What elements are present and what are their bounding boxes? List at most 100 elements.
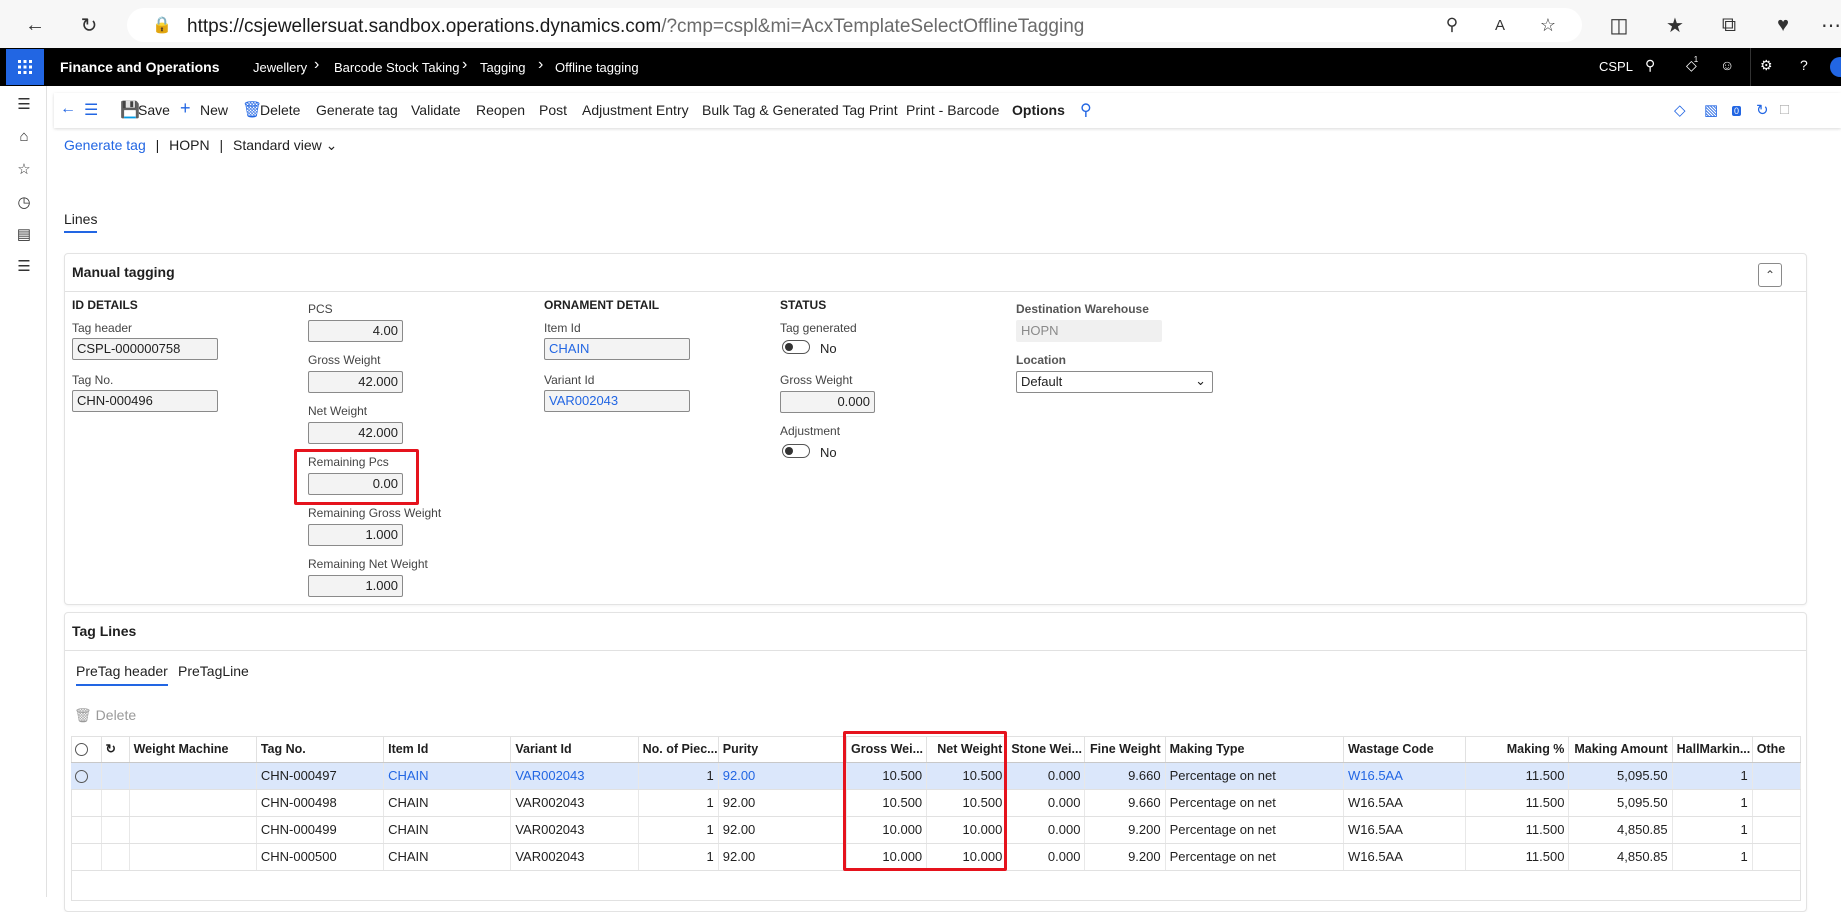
cell-fine-weight[interactable]: 9.660 [1084, 762, 1166, 790]
tab-pretagline[interactable]: PreTagLine [178, 663, 249, 684]
cell-stone-weight[interactable]: 0.000 [1006, 789, 1086, 817]
cell-item-id[interactable]: CHAIN [383, 789, 512, 817]
col-fine-weight[interactable]: Fine Weight [1084, 736, 1166, 763]
item-id-field[interactable]: CHAIN [544, 338, 690, 360]
app-launcher-icon[interactable] [6, 49, 44, 85]
cell-making-amount[interactable]: 5,095.50 [1568, 762, 1673, 790]
cell-gross-weight[interactable]: 10.500 [846, 762, 928, 790]
attachments-icon[interactable]: 0 [1732, 101, 1742, 118]
cell-weight-machine[interactable] [129, 816, 257, 844]
avatar[interactable] [1830, 57, 1841, 77]
tag-generated-toggle[interactable] [782, 340, 810, 354]
table-row[interactable]: CHN-000500 CHAIN VAR002043 1 92.00 10.00… [71, 843, 1802, 871]
cell-purity[interactable]: 92.00 [718, 789, 848, 817]
cell-making-type[interactable]: Percentage on net [1165, 762, 1344, 790]
hamburger-menu-icon[interactable]: ☰ [14, 94, 34, 114]
cell-making-pct[interactable]: 11.500 [1465, 762, 1570, 790]
col-net-weight[interactable]: Net Weight [926, 736, 1008, 763]
tab-pretag-header[interactable]: PreTag header [76, 663, 168, 686]
tab-lines[interactable]: Lines [64, 211, 98, 233]
split-screen-icon[interactable]: ◫ [1606, 12, 1632, 38]
breadcrumb-item[interactable]: Jewellery [253, 60, 307, 75]
generate-tag-link[interactable]: Generate tag [64, 137, 146, 153]
cell-tag-no[interactable]: CHN-000500 [256, 843, 385, 871]
office-app-icon[interactable]: ▧ [1704, 101, 1718, 119]
col-hallmarking[interactable]: HallMarkin... [1672, 736, 1753, 763]
row-select-radio[interactable] [71, 762, 102, 790]
gross-weight-field[interactable]: 42.000 [308, 371, 403, 393]
app-title[interactable]: Finance and Operations [60, 59, 219, 75]
read-aloud-icon[interactable]: A [1487, 12, 1513, 38]
cell-hallmarking[interactable]: 1 [1672, 843, 1753, 871]
cell-wastage-code[interactable]: W16.5AA [1343, 843, 1467, 871]
recent-clock-icon[interactable]: ◷ [14, 192, 34, 212]
modules-list-icon[interactable]: ☰ [14, 256, 34, 276]
col-gross-weight[interactable]: Gross Wei... [846, 736, 928, 763]
cell-making-pct[interactable]: 11.500 [1465, 843, 1570, 871]
cell-wastage-code[interactable]: W16.5AA [1343, 816, 1467, 844]
section-title[interactable]: Tag Lines [72, 623, 136, 639]
cell-variant-id[interactable]: VAR002043 [510, 762, 639, 790]
tag-no-field[interactable]: CHN-000496 [72, 390, 218, 412]
cell-purity[interactable]: 92.00 [718, 816, 848, 844]
net-weight-field[interactable]: 42.000 [308, 422, 403, 444]
col-wastage-code[interactable]: Wastage Code [1343, 736, 1467, 763]
cell-item-id[interactable]: CHAIN [383, 816, 512, 844]
cell-fine-weight[interactable]: 9.200 [1084, 816, 1166, 844]
table-row[interactable]: CHN-000499 CHAIN VAR002043 1 92.00 10.00… [71, 816, 1802, 844]
cell-other[interactable] [1752, 843, 1802, 871]
cell-other[interactable] [1752, 762, 1802, 790]
cell-fine-weight[interactable]: 9.200 [1084, 843, 1166, 871]
back-icon[interactable]: ← [22, 12, 48, 38]
grid-delete-button[interactable]: 🗑 Delete [74, 707, 136, 724]
col-making-amount[interactable]: Making Amount [1568, 736, 1673, 763]
cell-pieces[interactable]: 1 [638, 762, 719, 790]
cell-hallmarking[interactable]: 1 [1672, 762, 1753, 790]
table-row[interactable]: CHN-000498 CHAIN VAR002043 1 92.00 10.50… [71, 789, 1802, 817]
col-other[interactable]: Othe [1752, 736, 1802, 763]
cell-gross-weight[interactable]: 10.000 [846, 843, 928, 871]
table-row[interactable]: CHN-000497 CHAIN VAR002043 1 92.00 10.50… [71, 762, 1802, 790]
reopen-button[interactable]: Reopen [476, 102, 525, 118]
cell-making-amount[interactable]: 4,850.85 [1568, 843, 1673, 871]
cell-gross-weight[interactable]: 10.000 [846, 816, 928, 844]
cell-hallmarking[interactable]: 1 [1672, 789, 1753, 817]
remaining-net-weight-field[interactable]: 1.000 [308, 575, 403, 597]
list-menu-icon[interactable]: ☰ [84, 100, 98, 120]
print-barcode-button[interactable]: Print - Barcode [906, 102, 999, 118]
bulk-tag-print-button[interactable]: Bulk Tag & Generated Tag Print [702, 102, 898, 118]
cell-hallmarking[interactable]: 1 [1672, 816, 1753, 844]
col-making-type[interactable]: Making Type [1165, 736, 1344, 763]
cell-gross-weight[interactable]: 10.500 [846, 789, 928, 817]
col-item-id[interactable]: Item Id [383, 736, 512, 763]
col-making-pct[interactable]: Making % [1465, 736, 1570, 763]
delete-button[interactable]: Delete [260, 102, 300, 118]
favorites-icon[interactable]: ★ [1662, 12, 1688, 38]
post-button[interactable]: Post [539, 102, 567, 118]
save-button[interactable]: Save [138, 102, 170, 118]
validate-button[interactable]: Validate [411, 102, 461, 118]
options-tab[interactable]: Options [1012, 102, 1065, 118]
company-picker[interactable]: CSPL [1599, 59, 1633, 74]
adjustment-toggle[interactable] [782, 444, 810, 458]
cell-stone-weight[interactable]: 0.000 [1006, 816, 1086, 844]
office-diamond-icon[interactable]: ◇ [1674, 101, 1686, 119]
cell-making-type[interactable]: Percentage on net [1165, 816, 1344, 844]
col-tag-no[interactable]: Tag No. [256, 736, 385, 763]
chevron-down-icon[interactable]: ⌄ [326, 137, 338, 153]
col-variant-id[interactable]: Variant Id [510, 736, 639, 763]
more-icon[interactable]: ⋯ [1818, 12, 1841, 38]
cell-variant-id[interactable]: VAR002043 [510, 843, 639, 871]
col-stone-weight[interactable]: Stone Wei... [1006, 736, 1086, 763]
remaining-pcs-field[interactable]: 0.00 [308, 473, 403, 495]
zoom-icon[interactable]: ⚲ [1439, 12, 1465, 38]
cell-making-type[interactable]: Percentage on net [1165, 843, 1344, 871]
refresh-icon[interactable]: ↻ [101, 736, 130, 763]
refresh-icon[interactable]: ↻ [76, 12, 102, 38]
cell-net-weight[interactable]: 10.000 [926, 843, 1008, 871]
cell-weight-machine[interactable] [129, 762, 257, 790]
breadcrumb-item[interactable]: Tagging [480, 60, 526, 75]
collapse-chevron-up-icon[interactable]: ⌃ [1758, 263, 1782, 287]
search-icon[interactable]: ⚲ [1645, 57, 1655, 74]
col-purity[interactable]: Purity [718, 736, 848, 763]
